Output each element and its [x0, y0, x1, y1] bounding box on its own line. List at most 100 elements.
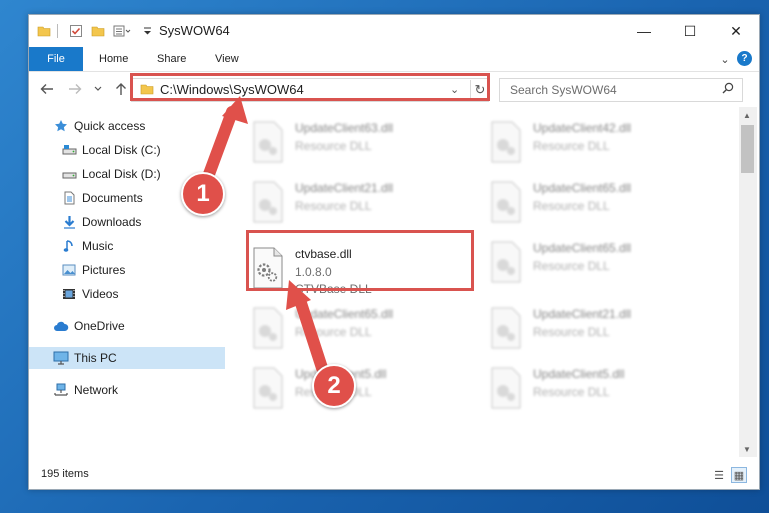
close-button[interactable]: ✕ — [713, 15, 759, 47]
ribbon-tabs: File Home Share View ⌄ ? — [29, 47, 759, 72]
status-bar: 195 items ☰ ▦ — [29, 463, 759, 487]
properties-check-icon[interactable] — [69, 21, 85, 41]
pictures-icon — [61, 262, 77, 278]
item-count: 195 items — [41, 468, 89, 480]
step-2-badge: 2 — [312, 364, 356, 408]
nav-item-videos[interactable]: Videos 📌 — [29, 283, 253, 305]
search-input[interactable]: Search SysWOW64 — [510, 83, 617, 97]
nav-network[interactable]: Network — [29, 379, 245, 401]
nav-quick-access[interactable]: Quick access — [29, 115, 245, 137]
search-box[interactable]: Search SysWOW64 — [499, 78, 743, 102]
dll-file-icon — [251, 121, 285, 163]
large-icons-view-icon[interactable]: ▦ — [731, 467, 747, 483]
file-type: Resource DLL — [533, 199, 610, 213]
nav-label: Documents — [82, 191, 143, 205]
quick-access-dropdown-icon[interactable] — [143, 21, 153, 41]
dll-file-icon — [489, 121, 523, 163]
file-name: UpdateClient5.dll — [533, 367, 625, 381]
drive-icon — [61, 166, 77, 182]
file-type: Resource DLL — [533, 385, 610, 399]
nav-label: Local Disk (C:) — [82, 143, 161, 157]
file-type: Resource DLL — [533, 259, 610, 273]
scroll-down-icon[interactable]: ▼ — [743, 445, 751, 454]
dll-file-icon — [251, 181, 285, 223]
file-item[interactable]: UpdateClient21.dll Resource DLL — [481, 303, 701, 359]
file-name: UpdateClient65.dll — [295, 307, 394, 321]
file-name: UpdateClient63.dll — [295, 121, 394, 135]
nav-label: Network — [74, 383, 119, 397]
nav-label: This PC — [74, 351, 117, 365]
computer-icon — [53, 350, 69, 366]
file-item[interactable]: UpdateClient63.dll Resource DLL — [243, 117, 463, 173]
videos-icon — [61, 286, 77, 302]
nav-label: Quick access — [74, 119, 146, 133]
nav-item-local-disk-c[interactable]: Local Disk (C:) — [29, 139, 253, 161]
scroll-up-icon[interactable]: ▲ — [743, 111, 751, 120]
nav-label: OneDrive — [74, 319, 125, 333]
file-type: Resource DLL — [295, 325, 372, 339]
file-item[interactable]: UpdateClient5.dll Resource DLL — [481, 363, 701, 419]
nav-label: Downloads — [82, 215, 142, 229]
file-item[interactable]: UpdateClient42.dll Resource DLL — [481, 117, 701, 173]
file-name: UpdateClient65.dll — [533, 241, 632, 255]
nav-onedrive[interactable]: OneDrive — [29, 315, 245, 337]
star-icon — [53, 118, 69, 134]
tab-home[interactable]: Home — [99, 47, 128, 71]
nav-label: Videos — [82, 287, 119, 301]
tab-share[interactable]: Share — [157, 47, 186, 71]
file-type: Resource DLL — [295, 139, 372, 153]
file-name: UpdateClient21.dll — [295, 181, 394, 195]
address-bar-highlight — [130, 73, 490, 101]
dll-file-icon — [489, 307, 523, 349]
file-name: UpdateClient42.dll — [533, 121, 632, 135]
file-name: UpdateClient21.dll — [533, 307, 632, 321]
dll-file-icon — [489, 181, 523, 223]
search-icon[interactable] — [722, 82, 734, 97]
minimize-button[interactable]: — — [621, 15, 667, 47]
scrollbar-thumb[interactable] — [741, 125, 754, 173]
toolbar-divider — [57, 24, 58, 38]
drive-icon — [61, 142, 77, 158]
file-item[interactable]: UpdateClient65.dll Resource DLL — [481, 177, 701, 233]
downloads-icon — [61, 214, 77, 230]
nav-item-pictures[interactable]: Pictures 📌 — [29, 259, 253, 281]
network-icon — [53, 382, 69, 398]
window-title: SysWOW64 — [159, 23, 230, 38]
dll-file-icon — [489, 241, 523, 283]
nav-item-downloads[interactable]: Downloads 📌 — [29, 211, 253, 233]
file-type: Resource DLL — [295, 199, 372, 213]
back-arrow-icon[interactable] — [39, 81, 55, 97]
music-icon — [61, 238, 77, 254]
nav-item-music[interactable]: Music 📌 — [29, 235, 253, 257]
tab-file[interactable]: File — [29, 47, 83, 71]
new-folder-icon[interactable] — [91, 21, 107, 41]
folder-icon — [37, 21, 51, 41]
forward-arrow-icon[interactable] — [67, 81, 83, 97]
title-bar: SysWOW64 — ☐ ✕ — [29, 15, 759, 47]
dll-file-icon — [251, 307, 285, 349]
file-item[interactable]: UpdateClient65.dll Resource DLL — [481, 237, 701, 293]
up-arrow-icon[interactable] — [113, 81, 129, 97]
file-item[interactable]: UpdateClient65.dll Resource DLL — [243, 303, 463, 359]
documents-icon — [61, 190, 77, 206]
help-icon[interactable]: ? — [737, 51, 752, 66]
vertical-scrollbar[interactable]: ▲ ▼ — [739, 107, 757, 457]
file-type: Resource DLL — [533, 325, 610, 339]
dll-file-icon — [489, 367, 523, 409]
step-1-badge: 1 — [181, 172, 225, 216]
file-item[interactable]: UpdateClient21.dll Resource DLL — [243, 177, 463, 233]
expand-ribbon-chevron-down-icon[interactable]: ⌄ — [717, 51, 733, 67]
dll-file-icon — [251, 367, 285, 409]
customize-toolbar-icon[interactable] — [113, 21, 133, 41]
tab-view[interactable]: View — [215, 47, 239, 71]
maximize-button[interactable]: ☐ — [667, 15, 713, 47]
nav-label: Local Disk (D:) — [82, 167, 161, 181]
file-name: UpdateClient65.dll — [533, 181, 632, 195]
recent-locations-chevron-down-icon[interactable] — [93, 81, 103, 97]
cloud-icon — [53, 318, 69, 334]
details-view-icon[interactable]: ☰ — [711, 467, 727, 483]
navigation-pane: Quick access Local Disk (C:) Local Disk … — [29, 107, 251, 457]
nav-this-pc[interactable]: This PC — [29, 347, 245, 369]
nav-label: Music — [82, 239, 114, 253]
file-highlight — [246, 230, 474, 291]
